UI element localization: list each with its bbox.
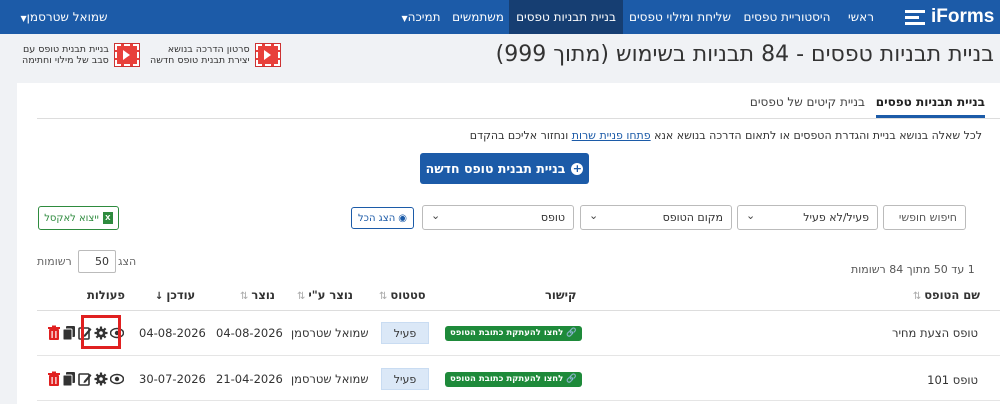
- logo-text: iForms: [931, 6, 995, 27]
- status-badge: פעיל: [381, 322, 429, 344]
- nav-support[interactable]: תמיכה▼: [392, 0, 446, 34]
- show-all-button[interactable]: ◉ הצג הכל: [351, 207, 414, 229]
- user-name: שמואל שטרסמן: [26, 10, 108, 24]
- col-header-actions: פעולות: [87, 288, 125, 302]
- export-excel-button[interactable]: X ייצוא לאקסל: [38, 206, 119, 230]
- nav-form-builder[interactable]: בניית תבניות טפסים: [509, 0, 623, 34]
- nav-history[interactable]: היסטוריית טפסים: [737, 0, 837, 34]
- col-header-status[interactable]: סטטוס⇅: [379, 288, 426, 302]
- sort-desc-icon: ↓: [155, 291, 164, 302]
- help-text: לכל שאלה בנושא בניית והגדרת הטפסים או לת…: [469, 129, 982, 142]
- records-label: רשומות: [37, 255, 72, 268]
- nav-home[interactable]: ראשי: [838, 0, 884, 34]
- link-icon: 🔗: [566, 374, 577, 384]
- active-filter-select[interactable]: פעיל/לא פעיל ⌄: [737, 205, 878, 230]
- page-size-input[interactable]: 50: [78, 250, 116, 273]
- top-navbar: שמואל שטרסמן▼ תמיכה▼ משתמשים בניית תבניו…: [0, 0, 1000, 34]
- sort-icon: ⇅: [240, 291, 249, 302]
- table-header: שם הטופס⇅ קישור סטטוס⇅ נוצר ע"י⇅ נוצר⇅ ע…: [37, 280, 1000, 311]
- records-count: 1 עד 50 מתוך 84 רשומות: [851, 263, 975, 276]
- col-header-updated[interactable]: עודכן↓: [155, 288, 195, 302]
- updated-date: 04-08-2026: [139, 326, 206, 340]
- logo-icon: [903, 6, 929, 28]
- chevron-down-icon: ⌄: [746, 209, 756, 222]
- trash-icon[interactable]: [47, 325, 61, 341]
- status-badge: פעיל: [381, 368, 429, 390]
- show-label: הצג: [118, 255, 137, 268]
- gear-icon[interactable]: [94, 371, 108, 387]
- sort-icon: ⇅: [912, 291, 922, 302]
- copy-icon[interactable]: [62, 325, 76, 341]
- tab-form-templates[interactable]: בניית תבניות טפסים: [875, 95, 985, 118]
- highlight-box: [81, 315, 121, 349]
- row-actions: [47, 371, 127, 389]
- col-header-created[interactable]: נוצר⇅: [240, 288, 275, 302]
- sort-icon: ⇅: [379, 291, 388, 302]
- link-icon: 🔗: [566, 328, 577, 338]
- col-header-link: קישור: [545, 288, 577, 302]
- created-date: 21-04-2026: [216, 372, 283, 386]
- excel-icon: X: [102, 212, 113, 224]
- service-request-link[interactable]: פתחו פניית שרות: [572, 129, 651, 142]
- created-date: 04-08-2026: [216, 326, 283, 340]
- plus-icon: +: [571, 161, 584, 175]
- col-header-name[interactable]: שם הטופס⇅: [913, 288, 980, 302]
- table-row: טופס 101 🔗 לחצו להעתקת כתובת הטופס פעיל …: [37, 356, 1000, 401]
- eye-icon[interactable]: [110, 371, 124, 387]
- video-link-signing-round[interactable]: בניית תבנית טופס עם סבב של מילוי וחתימה: [22, 43, 140, 67]
- free-search-input[interactable]: חיפוש חופשי: [883, 205, 966, 230]
- user-menu[interactable]: שמואל שטרסמן▼: [8, 0, 116, 34]
- table-row: טופס הצעת מחיר 🔗 לחצו להעתקת כתובת הטופס…: [37, 311, 1000, 356]
- video-play-icon: [254, 43, 281, 67]
- nav-users[interactable]: משתמשים: [447, 0, 509, 34]
- edit-icon[interactable]: [78, 371, 92, 387]
- form-location-select[interactable]: מקום הטופס ⌄: [580, 205, 732, 230]
- form-name[interactable]: טופס 101: [927, 373, 978, 387]
- tab-form-kits[interactable]: בניית קיטים של טפסים: [750, 95, 865, 115]
- video-play-icon: [113, 43, 140, 67]
- sort-icon: ⇅: [297, 291, 306, 302]
- tab-bar: בניית תבניות טפסים בניית קיטים של טפסים: [37, 91, 1000, 119]
- form-name[interactable]: טופס הצעת מחיר: [892, 326, 978, 340]
- main-card: בניית תבניות טפסים בניית קיטים של טפסים …: [17, 83, 1000, 404]
- copy-icon[interactable]: [62, 371, 76, 387]
- col-header-creator[interactable]: נוצר ע"י⇅: [297, 288, 353, 302]
- trash-icon[interactable]: [47, 371, 61, 387]
- creator: שמואל שטרסמן: [291, 326, 369, 340]
- page-title: בניית תבניות טפסים - 84 תבניות בשימוש (מ…: [495, 42, 994, 67]
- copy-link-badge[interactable]: 🔗 לחצו להעתקת כתובת הטופס: [445, 372, 582, 387]
- creator: שמואל שטרסמן: [291, 372, 369, 386]
- form-select[interactable]: טופס ⌄: [422, 205, 574, 230]
- chevron-down-icon: ⌄: [589, 209, 599, 222]
- new-form-template-button[interactable]: + בניית תבנית טופס חדשה: [420, 153, 589, 184]
- copy-link-badge[interactable]: 🔗 לחצו להעתקת כתובת הטופס: [445, 326, 582, 341]
- app-logo[interactable]: iForms: [903, 4, 995, 30]
- eye-icon: ◉: [398, 212, 408, 224]
- nav-send-fill[interactable]: שליחת ומילוי טפסים: [624, 0, 736, 34]
- updated-date: 30-07-2026: [139, 372, 206, 386]
- video-link-new-form[interactable]: סרטון הדרכה בנושא יצירת תבנית טופס חדשה: [150, 43, 281, 67]
- chevron-down-icon: ⌄: [431, 209, 441, 222]
